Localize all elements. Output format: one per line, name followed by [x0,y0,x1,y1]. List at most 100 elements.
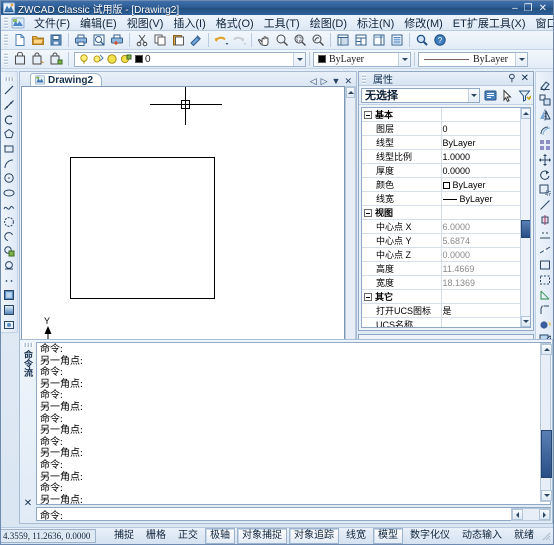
property-value[interactable]: 0 [441,121,520,136]
property-value[interactable]: ByLayer [441,177,520,192]
property-row[interactable]: 线型 ByLayer [362,135,520,150]
command-window-grip[interactable] [23,343,33,347]
property-value[interactable]: ByLayer [441,135,520,150]
spline-icon[interactable] [2,200,17,215]
status-toggle-捕捉[interactable]: 捕捉 [109,528,139,544]
pick-object-icon[interactable] [500,88,514,102]
status-toggle-数字化仪[interactable]: 数字化仪 [405,528,455,544]
plot-preview-icon[interactable] [90,32,108,49]
property-value[interactable]: 0.0000 [441,163,520,178]
layer-lock-icon[interactable] [105,52,119,66]
property-row[interactable]: 高度 11.4669 [362,261,520,276]
property-row[interactable]: 线宽 ByLayer [362,191,520,206]
properties-palette-icon[interactable] [334,32,352,49]
status-toggle-栅格[interactable]: 栅格 [141,528,171,544]
menu-item-format[interactable]: 格式(O) [211,14,259,32]
color-combo[interactable]: ByLayer [313,51,411,67]
property-row[interactable]: UCS名称 [362,317,520,327]
break-at-point-icon[interactable] [537,242,552,257]
layer-plot-icon[interactable] [119,52,133,66]
match-properties-icon[interactable] [187,32,205,49]
mirror-icon[interactable] [537,107,552,122]
chamfer-icon[interactable] [537,287,552,302]
zoom-window-icon[interactable] [291,32,309,49]
tab-menu-button[interactable]: ▼ [332,76,341,86]
property-value[interactable]: 5.6874 [441,233,520,248]
undo-icon[interactable] [212,32,230,49]
menu-item-modify[interactable]: 修改(M) [399,14,448,32]
tool-palette-icon[interactable] [370,32,388,49]
canvas-scroll-up-button[interactable] [346,87,355,98]
array-icon[interactable] [537,137,552,152]
arc-icon[interactable] [2,156,17,171]
properties-scroll-up-button[interactable] [521,108,530,119]
property-row[interactable]: 中心点 Z 0.0000 [362,247,520,262]
properties-close-icon[interactable]: ✕ [521,73,529,84]
group-collapse-icon[interactable] [364,293,372,301]
menubar-grip[interactable] [4,15,8,30]
break-icon[interactable] [537,257,552,272]
menu-item-edit[interactable]: 编辑(E) [75,14,122,32]
polygon-icon[interactable] [2,127,17,142]
property-value[interactable]: 18.1369 [441,275,520,290]
property-group-row[interactable]: 其它 [362,289,520,304]
rotate-icon[interactable] [537,167,552,182]
property-value[interactable]: 1.0000 [441,149,520,164]
layer-previous-icon[interactable] [29,51,47,68]
erase-icon[interactable] [537,77,552,92]
circle-icon[interactable] [2,171,17,186]
layer-toolbar-grip[interactable] [4,52,8,66]
ellipse-icon[interactable] [2,185,17,200]
layer-properties-icon[interactable] [11,51,29,68]
linetype-dropdown-arrow[interactable] [515,52,527,66]
property-value[interactable]: 11.4669 [441,261,520,276]
auto-hide-pin-icon[interactable]: ⚲ [508,73,515,84]
minimize-button[interactable]: – [512,3,518,14]
property-value[interactable]: ByLayer [441,191,520,206]
status-toggle-动态输入[interactable]: 动态输入 [457,528,507,544]
properties-grip[interactable] [362,73,366,84]
drawing-canvas[interactable]: X Y [21,86,345,377]
group-collapse-icon[interactable] [364,209,372,217]
revision-cloud-icon[interactable] [2,229,17,244]
menu-item-file[interactable]: 文件(F) [29,14,75,32]
open-file-icon[interactable] [29,32,47,49]
document-tab-drawing2[interactable]: Drawing2 [30,73,103,86]
property-row[interactable]: 宽度 18.1369 [362,275,520,290]
menu-item-draw[interactable]: 绘图(D) [305,14,352,32]
filter-icon[interactable] [517,88,531,102]
standard-toolbar-grip[interactable] [4,33,8,47]
coordinate-display[interactable]: 4.3559, 11.2636, 0.0000 [1,529,96,543]
search-icon[interactable] [413,32,431,49]
status-toggle-对象追踪[interactable]: 对象追踪 [289,528,339,544]
layer-freeze-icon[interactable] [91,52,105,66]
status-toggle-正交[interactable]: 正交 [173,528,203,544]
property-group-row[interactable]: 基本 [362,108,520,122]
status-toggle-对象捕捉[interactable]: 对象捕捉 [237,528,287,544]
new-file-icon[interactable] [11,32,29,49]
drawn-rectangle[interactable] [70,157,215,299]
tab-next-button[interactable]: ▷ [321,76,328,86]
redo-icon[interactable] [230,32,248,49]
offset-icon[interactable] [537,122,552,137]
extend-icon[interactable] [537,227,552,242]
copy-object-icon[interactable] [537,92,552,107]
property-row[interactable]: 厚度 0.0000 [362,163,520,178]
polyline-icon[interactable] [2,112,17,127]
zoom-previous-icon[interactable] [309,32,327,49]
maximize-button[interactable]: ❐ [524,3,533,14]
command-hscroll-right-button[interactable] [539,509,550,520]
cut-icon[interactable] [133,32,151,49]
menu-item-view[interactable]: 视图(V) [122,14,169,32]
command-vertical-scrollbar[interactable] [540,343,552,502]
ellipse-arc-icon[interactable] [2,215,17,230]
status-toggle-模型[interactable]: 模型 [373,528,403,544]
properties-scroll-down-button[interactable] [521,316,530,327]
layer-dropdown-arrow[interactable] [293,52,305,66]
menu-item-insert[interactable]: 插入(I) [168,14,210,32]
hatch-icon[interactable] [2,288,17,303]
property-value[interactable]: 6.0000 [441,219,520,234]
rectangle-icon[interactable] [2,142,17,157]
save-file-icon[interactable] [47,32,65,49]
command-window-close-icon[interactable]: ✕ [24,498,32,509]
